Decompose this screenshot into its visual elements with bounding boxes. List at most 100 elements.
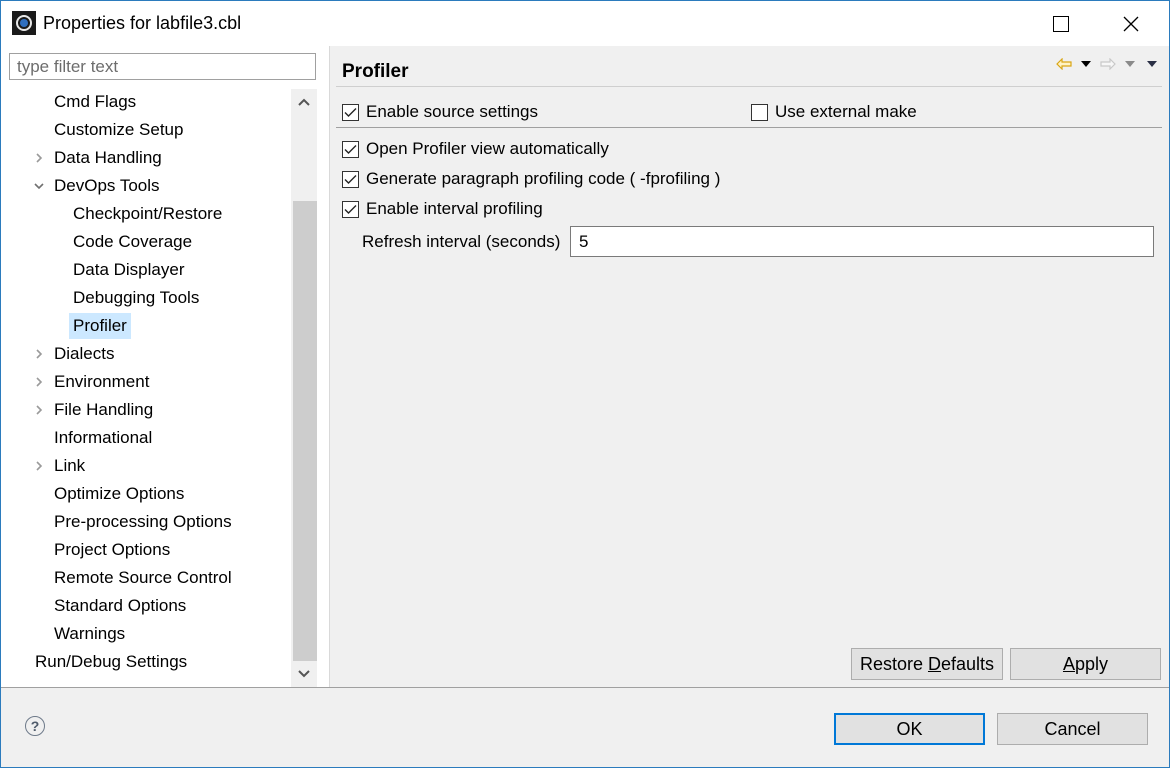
use-external-make-checkbox[interactable]: Use external make [751,100,917,124]
tree-item-label: Debugging Tools [73,288,200,307]
tree-item-label: Data Displayer [73,260,185,279]
tree-item[interactable]: Customize Setup [50,117,187,145]
tree-item-label: Data Handling [54,148,162,167]
refresh-interval-label: Refresh interval (seconds) [362,232,561,251]
forward-arrow-icon [1100,58,1116,70]
view-menu-icon [1147,61,1157,67]
help-icon[interactable]: ? [25,716,45,736]
tree-item-label: Code Coverage [73,232,193,251]
tree-item[interactable]: Run/Debug Settings [31,649,191,677]
checkbox-box [342,200,359,218]
tree-item[interactable]: Data Handling [35,145,166,173]
tree-item[interactable]: Warnings [50,621,129,649]
back-arrow-icon [1056,58,1072,70]
restore-defaults-button[interactable]: Restore Defaults [851,648,1003,680]
scroll-thumb[interactable] [293,201,317,661]
tree-item-label: Standard Options [54,596,187,615]
tree-item[interactable]: Profiler [69,313,131,341]
tree-item-label: Profiler [69,313,131,339]
title-bar: Properties for labfile3.cbl [1,1,1169,46]
footer-divider [1,687,1169,688]
tree-item[interactable]: Data Displayer [69,257,189,285]
tree-item-label: Environment [54,372,150,391]
ok-button[interactable]: OK [834,713,985,745]
forward-history-dropdown-icon [1125,61,1135,67]
tree-item[interactable]: Standard Options [50,593,190,621]
tree-item-label: Checkpoint/Restore [73,204,223,223]
collapsed-chevron-icon[interactable] [33,341,45,367]
tree-item[interactable]: Project Options [50,537,174,565]
back-history-dropdown[interactable] [1075,54,1097,74]
tree-item[interactable]: Checkpoint/Restore [69,201,226,229]
checkbox-label: Open Profiler view automatically [366,139,609,158]
forward-history-dropdown[interactable] [1119,54,1141,74]
forward-button[interactable] [1097,54,1119,74]
chevron-up-icon [298,98,310,106]
tree-scrollbar[interactable] [291,89,317,687]
button-label-part: Restore [859,653,928,674]
tree-item[interactable]: Debugging Tools [69,285,203,313]
tree-item[interactable]: Remote Source Control [50,565,236,593]
view-menu-button[interactable] [1141,54,1163,74]
tree-item[interactable]: Link [35,453,89,481]
tree-item-label: Run/Debug Settings [35,652,188,671]
tree-item-label: File Handling [54,400,154,419]
tree-item-label: Informational [54,428,153,447]
tree-item[interactable]: Code Coverage [69,229,196,257]
back-button[interactable] [1053,54,1075,74]
tree-item-label: Dialects [54,344,115,363]
cancel-button[interactable]: Cancel [997,713,1148,745]
collapsed-chevron-icon[interactable] [33,145,45,171]
tree-item-label: Link [54,456,86,475]
checkbox-box [342,140,359,158]
tree-item[interactable]: Pre-processing Options [50,509,236,537]
enable-interval-profiling-checkbox[interactable]: Enable interval profiling [342,197,543,221]
tree-item[interactable]: Cmd Flags [50,89,140,117]
tree-item-label: Project Options [54,540,171,559]
scroll-up-button[interactable] [291,89,317,115]
close-icon [1123,16,1139,31]
navigation-pane: Cmd Flags Customize Setup Data Handling Dev… [1,46,330,687]
open-profiler-view-checkbox[interactable]: Open Profiler view automatically [342,137,609,161]
tree-item[interactable]: Optimize Options [50,481,188,509]
property-tree: Cmd Flags Customize Setup Data Handling Dev… [1,89,291,687]
collapsed-chevron-icon[interactable] [33,453,45,479]
button-label-part: pply [1074,653,1109,674]
settings-page: Profiler Enable source settings Use exte… [330,46,1169,687]
tree-item-label: Warnings [54,624,126,643]
checkbox-label: Enable source settings [366,102,538,121]
tree-item[interactable]: Environment [35,369,153,397]
checkbox-box [342,103,359,121]
checkbox-box [342,170,359,188]
tree-item-label: Remote Source Control [54,568,232,587]
tree-item[interactable]: Informational [50,425,156,453]
maximize-icon [1053,15,1069,32]
refresh-interval-input[interactable] [570,226,1154,257]
filter-input[interactable] [9,53,316,80]
tree-item[interactable]: DevOps Tools [34,173,164,201]
page-title: Profiler [342,61,409,82]
generate-paragraph-profiling-checkbox[interactable]: Generate paragraph profiling code ( -fpr… [342,167,720,191]
back-history-dropdown-icon [1081,61,1091,67]
expanded-chevron-icon[interactable] [33,173,45,199]
collapsed-chevron-icon[interactable] [33,397,45,423]
window-title: Properties for labfile3.cbl [43,13,242,33]
close-button[interactable] [1101,1,1161,46]
tree-item[interactable]: Dialects [35,341,118,369]
apply-button[interactable]: Apply [1010,648,1161,680]
checkmark-icon [344,174,357,184]
checkmark-icon [344,107,357,117]
checkbox-label: Generate paragraph profiling code ( -fpr… [366,169,721,188]
tree-item-label: Customize Setup [54,120,184,139]
checkbox-box [751,103,768,121]
tree-item-label: Optimize Options [54,484,185,503]
button-label-part: efaults [940,653,995,674]
scroll-down-button[interactable] [291,661,317,687]
chevron-down-icon [298,670,310,678]
mnemonic-key: D [927,653,941,674]
collapsed-chevron-icon[interactable] [33,369,45,395]
enable-source-settings-checkbox[interactable]: Enable source settings [342,100,538,124]
tree-item[interactable]: File Handling [35,397,157,425]
maximize-button[interactable] [1031,1,1091,46]
checkmark-icon [344,144,357,154]
